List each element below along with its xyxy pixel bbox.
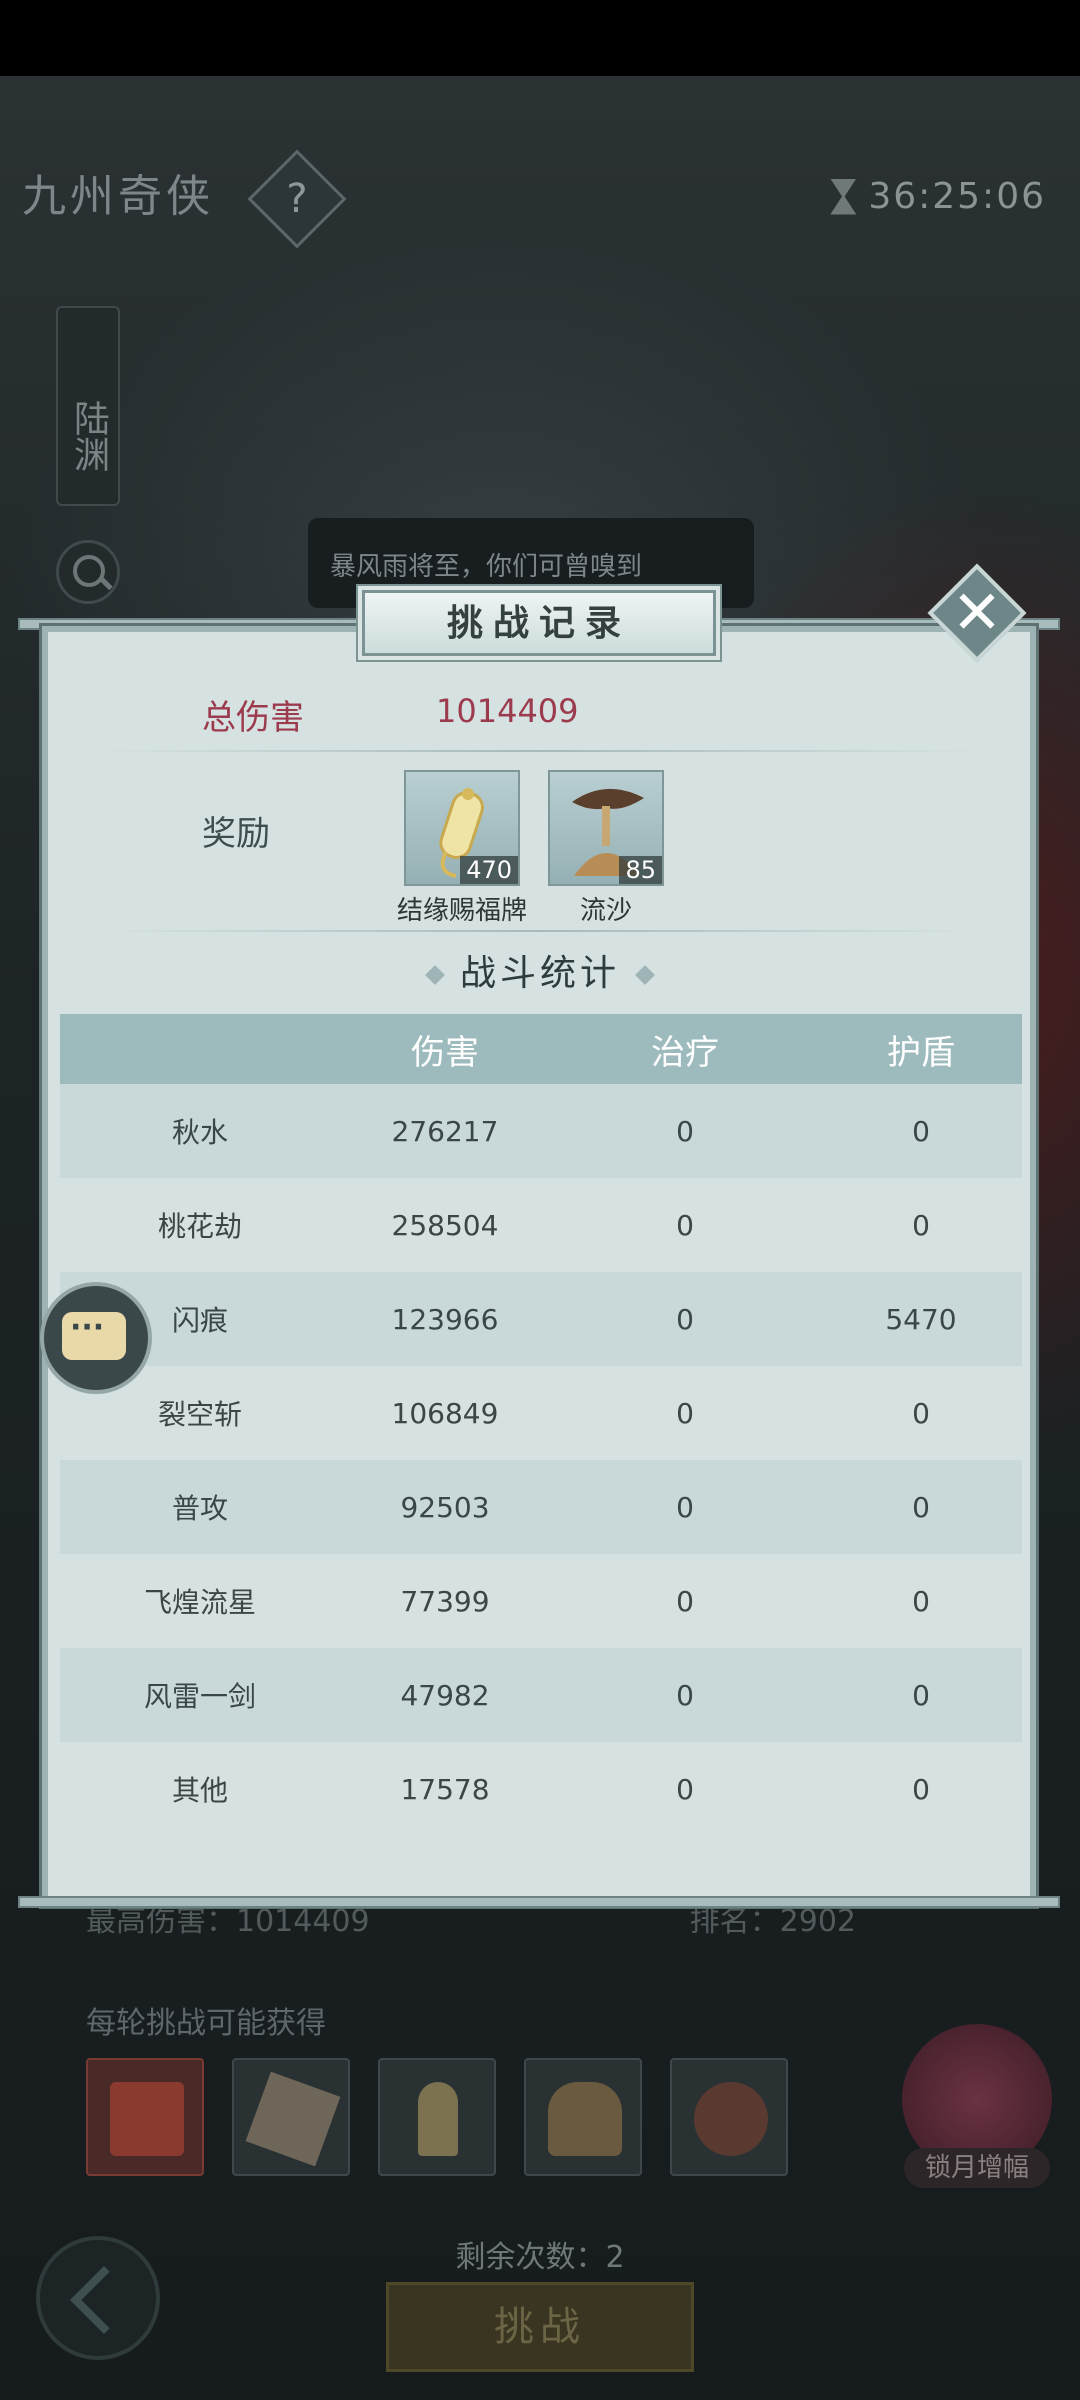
lock-moon-label: 锁月增幅 bbox=[904, 2148, 1050, 2188]
reward-item-box: 470 bbox=[404, 770, 520, 886]
reward-slot-fabric[interactable] bbox=[232, 2058, 350, 2176]
table-row: 闪痕 123966 0 5470 bbox=[60, 1272, 1022, 1366]
cell-heal: 0 bbox=[676, 1678, 694, 1712]
coin-icon bbox=[694, 2082, 768, 2156]
table-row: 桃花劫 258504 0 0 bbox=[60, 1178, 1022, 1272]
diamond-ornament-icon bbox=[635, 965, 655, 985]
game-title: 九州奇侠 bbox=[22, 171, 214, 222]
sand-icon bbox=[548, 2082, 622, 2156]
cell-shield: 0 bbox=[912, 1396, 930, 1430]
cell-skill: 普攻 bbox=[171, 1492, 228, 1525]
remaining-attempts: 剩余次数：2 bbox=[0, 2232, 1080, 2276]
cell-shield: 0 bbox=[912, 1584, 930, 1618]
cell-damage: 17578 bbox=[400, 1772, 490, 1806]
cell-skill: 裂空斩 bbox=[157, 1398, 242, 1431]
rank-value: 2902 bbox=[779, 1904, 856, 1939]
cell-shield: 0 bbox=[912, 1772, 930, 1806]
cell-shield: 0 bbox=[912, 1114, 930, 1148]
modal-title: 挑战记录 bbox=[362, 590, 716, 656]
battle-stats-title: 战斗统计 bbox=[459, 953, 620, 994]
search-icon[interactable] bbox=[56, 540, 120, 604]
reward-name: 流沙 bbox=[579, 896, 632, 926]
cell-damage: 77399 bbox=[400, 1584, 490, 1618]
cell-damage: 92503 bbox=[400, 1490, 490, 1524]
fabric-icon bbox=[245, 2071, 341, 2167]
total-damage-value: 1014409 bbox=[436, 692, 579, 730]
cell-heal: 0 bbox=[676, 1772, 694, 1806]
cell-damage: 123966 bbox=[391, 1302, 499, 1336]
cell-heal: 0 bbox=[676, 1208, 694, 1242]
cell-skill: 桃花劫 bbox=[157, 1210, 242, 1243]
timer-text: 36:25:06 bbox=[868, 176, 1046, 217]
diamond-ornament-icon bbox=[425, 965, 445, 985]
divider bbox=[100, 750, 980, 752]
side-name-scroll[interactable]: 陆渊 bbox=[56, 306, 120, 506]
chat-button[interactable] bbox=[40, 1282, 152, 1394]
table-row: 其他 17578 0 0 bbox=[60, 1742, 1022, 1836]
rank-label: 排名： bbox=[689, 1904, 780, 1939]
reward-qty: 470 bbox=[460, 856, 518, 884]
table-body: 秋水 276217 0 0 桃花劫 258504 0 0 闪痕 123966 0 5470 裂空斩… bbox=[60, 1084, 1022, 1836]
total-damage-label: 总伤害 bbox=[202, 698, 304, 738]
column-header-shield: 护盾 bbox=[887, 1032, 955, 1073]
cell-skill: 秋水 bbox=[171, 1116, 228, 1149]
reward-slot-sand[interactable] bbox=[524, 2058, 642, 2176]
event-timer: 36:25:06 bbox=[830, 176, 1046, 217]
reward-label: 奖励 bbox=[202, 814, 270, 854]
status-bar bbox=[0, 0, 1080, 76]
reward-item[interactable]: 470 结缘赐福牌 bbox=[397, 770, 527, 927]
token-icon bbox=[418, 2082, 458, 2156]
reward-qty: 85 bbox=[619, 856, 662, 884]
cell-heal: 0 bbox=[676, 1114, 694, 1148]
cell-damage: 106849 bbox=[391, 1396, 499, 1430]
each-round-label: 每轮挑战可能获得 bbox=[86, 2006, 326, 2041]
cell-shield: 0 bbox=[912, 1490, 930, 1524]
table-row: 裂空斩 106849 0 0 bbox=[60, 1366, 1022, 1460]
remaining-label: 剩余次数： bbox=[455, 2240, 606, 2275]
cell-skill: 风雷一剑 bbox=[143, 1680, 256, 1713]
reward-item-box: 85 bbox=[548, 770, 664, 886]
battle-stats-table[interactable]: 伤害 治疗 护盾 秋水 276217 0 0 桃花劫 258504 0 0 闪痕 123966… bbox=[60, 1014, 1022, 1864]
cell-skill: 飞煌流星 bbox=[143, 1586, 256, 1619]
table-header: 伤害 治疗 护盾 bbox=[60, 1014, 1022, 1084]
column-header-damage: 伤害 bbox=[411, 1032, 479, 1073]
column-header-heal: 治疗 bbox=[651, 1032, 719, 1073]
reward-item[interactable]: 85 流沙 bbox=[548, 770, 664, 927]
reward-slot-coin[interactable] bbox=[670, 2058, 788, 2176]
cell-shield: 0 bbox=[912, 1208, 930, 1242]
cell-damage: 47982 bbox=[400, 1678, 490, 1712]
battle-stats-header: 战斗统计 bbox=[0, 944, 1080, 996]
cell-heal: 0 bbox=[676, 1396, 694, 1430]
cell-heal: 0 bbox=[676, 1584, 694, 1618]
treasure-chest-icon bbox=[110, 2082, 184, 2156]
cell-damage: 276217 bbox=[391, 1114, 499, 1148]
table-row: 普攻 92503 0 0 bbox=[60, 1460, 1022, 1554]
chat-icon bbox=[62, 1310, 126, 1360]
cell-shield: 5470 bbox=[885, 1302, 957, 1336]
cell-heal: 0 bbox=[676, 1302, 694, 1336]
close-icon: ✕ bbox=[951, 578, 1003, 648]
table-row: 秋水 276217 0 0 bbox=[60, 1084, 1022, 1178]
reward-name: 结缘赐福牌 bbox=[396, 896, 527, 926]
help-icon: ? bbox=[286, 176, 308, 222]
modal-bottom-edge bbox=[18, 1896, 1060, 1908]
cell-heal: 0 bbox=[676, 1490, 694, 1524]
reward-slot-token[interactable] bbox=[378, 2058, 496, 2176]
divider bbox=[100, 930, 980, 932]
cell-skill: 其他 bbox=[171, 1774, 228, 1807]
remaining-value: 2 bbox=[605, 2240, 625, 2275]
table-row: 飞煌流星 77399 0 0 bbox=[60, 1554, 1022, 1648]
best-damage-value: 1014409 bbox=[236, 1904, 370, 1939]
possible-rewards bbox=[86, 2058, 788, 2176]
hourglass-icon bbox=[830, 178, 857, 215]
table-row: 风雷一剑 47982 0 0 bbox=[60, 1648, 1022, 1742]
challenge-button[interactable]: 挑战 bbox=[386, 2282, 694, 2372]
cell-shield: 0 bbox=[912, 1678, 930, 1712]
cell-damage: 258504 bbox=[391, 1208, 499, 1242]
reward-slot-chest[interactable] bbox=[86, 2058, 204, 2176]
best-damage-label: 最高伤害： bbox=[86, 1904, 236, 1939]
